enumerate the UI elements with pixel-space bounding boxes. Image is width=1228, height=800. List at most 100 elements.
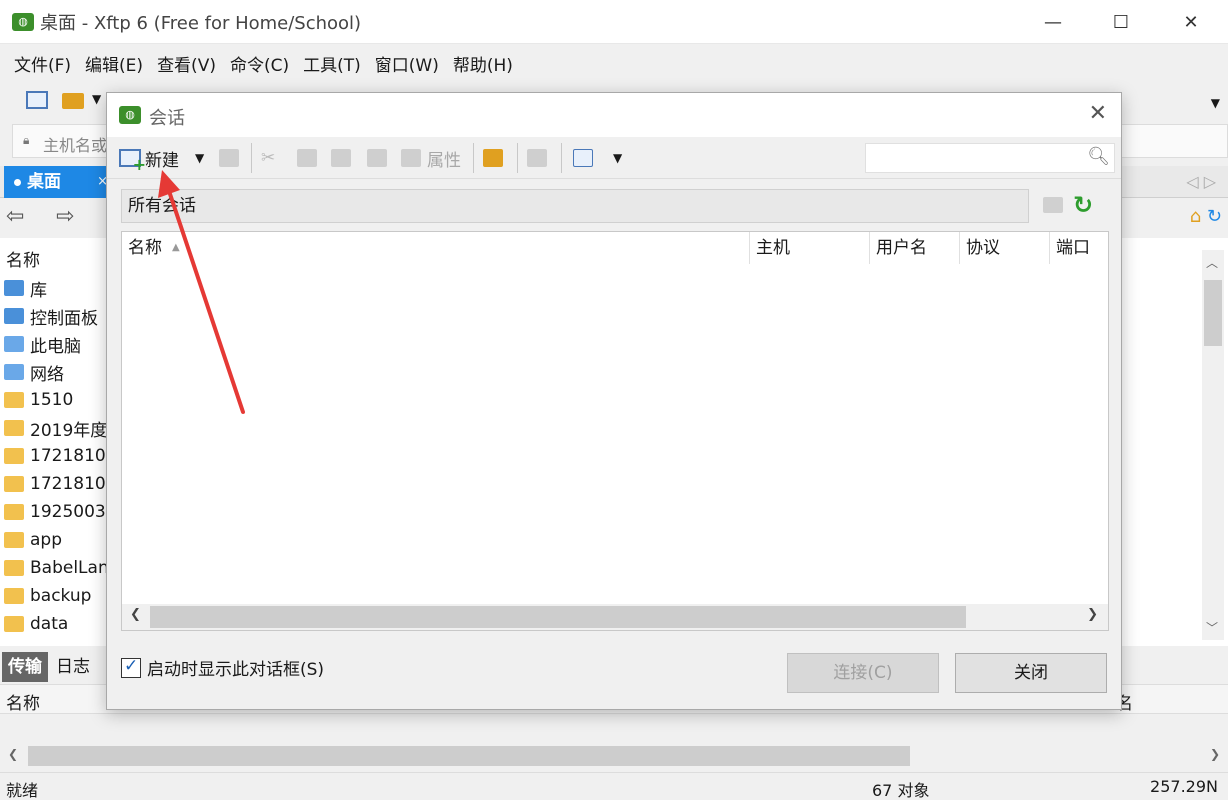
checkbox-checked-icon[interactable]: [121, 656, 141, 678]
close-window-button[interactable]: ✕: [1156, 0, 1226, 44]
open-folder-icon[interactable]: [62, 93, 84, 109]
toolbar-separator: [473, 143, 474, 173]
scroll-left-icon[interactable]: ❮: [8, 747, 18, 761]
session-table-hscrollbar[interactable]: ❮ ❯: [122, 604, 1108, 630]
scroll-thumb[interactable]: [28, 746, 910, 766]
list-item[interactable]: 库: [4, 274, 108, 302]
toolbar-separator: [561, 143, 562, 173]
lock-icon: 🔒︎: [23, 133, 30, 147]
list-item[interactable]: 网络: [4, 358, 108, 386]
dialog-title-bar: ◍ 会话 ✕: [107, 93, 1121, 137]
column-username[interactable]: 用户名: [870, 232, 960, 264]
column-protocol[interactable]: 协议: [960, 232, 1050, 264]
list-item[interactable]: 2019年度: [4, 414, 108, 442]
menu-command[interactable]: 命令(C): [230, 51, 289, 76]
scroll-down-icon[interactable]: ﹀: [1206, 619, 1218, 636]
dialog-close-icon[interactable]: ✕: [1089, 101, 1107, 126]
folder-icon: [4, 420, 24, 436]
close-dialog-button[interactable]: 关闭: [955, 653, 1107, 693]
column-port[interactable]: 端口: [1050, 232, 1108, 264]
copy-icon: [297, 146, 317, 170]
column-name-header[interactable]: 名称: [6, 246, 40, 271]
scroll-up-icon[interactable]: ︿: [1206, 254, 1218, 271]
open-folder-icon[interactable]: [483, 146, 503, 170]
menu-view[interactable]: 查看(V): [157, 51, 216, 76]
menu-window[interactable]: 窗口(W): [375, 51, 439, 76]
tab-log[interactable]: 日志: [56, 652, 90, 682]
menu-edit[interactable]: 编辑(E): [85, 51, 143, 76]
tab-scroll-arrows[interactable]: ◁ ▷: [1186, 172, 1216, 191]
library-icon: [4, 280, 24, 296]
list-item[interactable]: 此电脑: [4, 330, 108, 358]
view-mode-icon[interactable]: [573, 146, 593, 170]
transfer-hscrollbar[interactable]: ❮ ❯: [0, 744, 1228, 768]
refresh-icon[interactable]: ↻: [1073, 191, 1093, 219]
folder-icon: [4, 476, 24, 492]
column-name[interactable]: 名称 ▲: [122, 232, 750, 264]
transfer-column-name[interactable]: 名称: [6, 689, 40, 714]
properties-label: 属性: [427, 150, 461, 171]
maximize-button[interactable]: ☐: [1086, 0, 1156, 44]
file-pane-scrollbar[interactable]: ︿ ﹀: [1202, 250, 1224, 640]
view-chevron-down-icon[interactable]: ▼: [613, 146, 622, 170]
home-folder-icon[interactable]: ⌂ ↻: [1190, 206, 1222, 227]
minimize-button[interactable]: —: [1018, 0, 1088, 44]
up-folder-icon: [1043, 197, 1063, 213]
scroll-right-icon[interactable]: ❯: [1210, 747, 1220, 761]
list-item[interactable]: data: [4, 610, 108, 638]
scroll-thumb[interactable]: [1204, 280, 1222, 346]
folder-icon: [4, 448, 24, 464]
edit-session-icon: [219, 146, 239, 170]
file-list: 库 控制面板 此电脑 网络 1510 2019年度 1721810 172181…: [4, 274, 108, 638]
new-session-icon[interactable]: [26, 91, 48, 109]
menu-bar: 文件(F) 编辑(E) 查看(V) 命令(C) 工具(T) 窗口(W) 帮助(H…: [0, 44, 1228, 82]
toolbar-overflow-icon[interactable]: ▼: [1211, 96, 1220, 110]
file-name: 此电脑: [30, 336, 81, 357]
address-placeholder: 主机名或: [43, 136, 108, 155]
folder-icon: [4, 588, 24, 604]
new-dropdown-chevron-icon[interactable]: ▼: [195, 146, 204, 170]
status-text: 就绪: [6, 781, 39, 800]
list-item[interactable]: backup: [4, 582, 108, 610]
menu-file[interactable]: 文件(F): [14, 51, 71, 76]
delete-icon: [367, 146, 387, 170]
new-session-button[interactable]: 新建: [119, 146, 179, 174]
folder-icon: [4, 616, 24, 632]
back-arrow-icon[interactable]: ⇦: [6, 204, 24, 229]
title-bar: ◍ 桌面 - Xftp 6 (Free for Home/School) — ☐…: [0, 0, 1228, 44]
toolbar-separator: [517, 143, 518, 173]
list-item[interactable]: 控制面板: [4, 302, 108, 330]
refresh-icon[interactable]: ↻: [1207, 206, 1222, 227]
file-name: 控制面板: [30, 308, 98, 329]
list-item[interactable]: app: [4, 526, 108, 554]
list-item[interactable]: 1925003: [4, 498, 108, 526]
column-host[interactable]: 主机: [750, 232, 870, 264]
file-name: data: [30, 614, 69, 634]
session-search-input[interactable]: 🔍︎: [865, 143, 1115, 173]
all-sessions-path: 所有会话: [121, 189, 1029, 223]
session-properties-icon: [527, 146, 547, 170]
tab-transfer[interactable]: 传输: [2, 652, 48, 682]
list-item[interactable]: 1721810: [4, 470, 108, 498]
folder-icon: [4, 392, 24, 408]
connect-button[interactable]: 连接(C): [787, 653, 939, 693]
network-icon: [4, 364, 24, 380]
file-name: 1925003: [30, 502, 106, 522]
scroll-right-icon[interactable]: ❯: [1087, 607, 1098, 622]
forward-arrow-icon[interactable]: ⇨: [56, 204, 74, 229]
status-bar: 就绪 67 对象 257.29N: [0, 772, 1228, 800]
list-item[interactable]: BabelLan: [4, 554, 108, 582]
show-on-startup-checkbox[interactable]: 启动时显示此对话框(S): [121, 655, 324, 680]
menu-tools[interactable]: 工具(T): [303, 51, 361, 76]
cut-icon: ✂: [261, 148, 276, 168]
list-item[interactable]: 1721810: [4, 442, 108, 470]
search-icon[interactable]: 🔍︎: [1087, 146, 1110, 167]
list-item[interactable]: 1510: [4, 386, 108, 414]
session-dialog: ◍ 会话 ✕ 新建 ▼ ✂ 属性 ▼ 🔍︎ 所有会话 ↻ 名称 ▲: [106, 92, 1122, 710]
scroll-thumb[interactable]: [150, 606, 966, 628]
tab-desktop[interactable]: 桌面 ×: [4, 166, 112, 198]
scroll-left-icon[interactable]: ❮: [130, 607, 141, 622]
menu-help[interactable]: 帮助(H): [453, 51, 513, 76]
file-name: 1721810: [30, 474, 106, 494]
chevron-down-icon[interactable]: ▼: [92, 92, 101, 106]
